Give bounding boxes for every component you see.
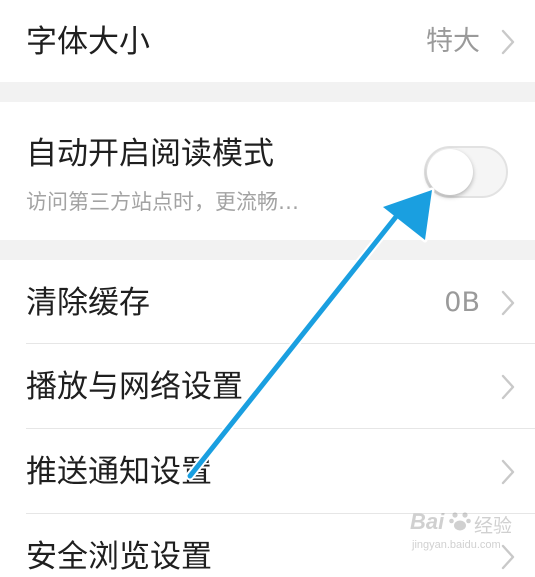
font-size-value: 特大: [426, 26, 480, 57]
settings-screen: 字体大小 特大 自动开启阅读模式 访问第三方站点时，更流畅… 清除缓存 0B 播…: [0, 0, 535, 575]
paw-icon: [449, 512, 471, 531]
chevron-right-icon: [501, 290, 515, 316]
watermark-brand: Bai: [410, 509, 445, 534]
toggle-knob: [427, 149, 473, 195]
section-gap: [0, 240, 535, 260]
playback-network-label: 播放与网络设置: [26, 369, 243, 405]
watermark-brand-suffix: 经验: [474, 516, 513, 537]
watermark-url: jingyan.baidu.com: [412, 539, 501, 551]
chevron-right-icon: [501, 29, 515, 55]
auto-reader-label: 自动开启阅读模式: [26, 136, 274, 172]
auto-reader-toggle[interactable]: [424, 146, 508, 198]
section-gap: [0, 82, 535, 102]
clear-cache-label: 清除缓存: [26, 285, 150, 321]
settings-item-playback-network[interactable]: 播放与网络设置: [0, 344, 535, 428]
safe-browsing-label: 安全浏览设置: [26, 539, 212, 575]
push-notifications-label: 推送通知设置: [26, 454, 212, 490]
chevron-right-icon: [501, 459, 515, 485]
chevron-right-icon: [501, 374, 515, 400]
settings-item-push-notifications[interactable]: 推送通知设置: [0, 429, 535, 513]
cache-size-value: 0B: [444, 287, 480, 318]
settings-item-clear-cache[interactable]: 清除缓存 0B: [0, 260, 535, 344]
settings-item-font-size[interactable]: 字体大小 特大: [0, 0, 535, 82]
auto-reader-subtitle: 访问第三方站点时，更流畅…: [26, 190, 299, 214]
font-size-label: 字体大小: [26, 24, 150, 60]
watermark: Bai 经验 jingyan.baidu.com: [410, 505, 530, 565]
